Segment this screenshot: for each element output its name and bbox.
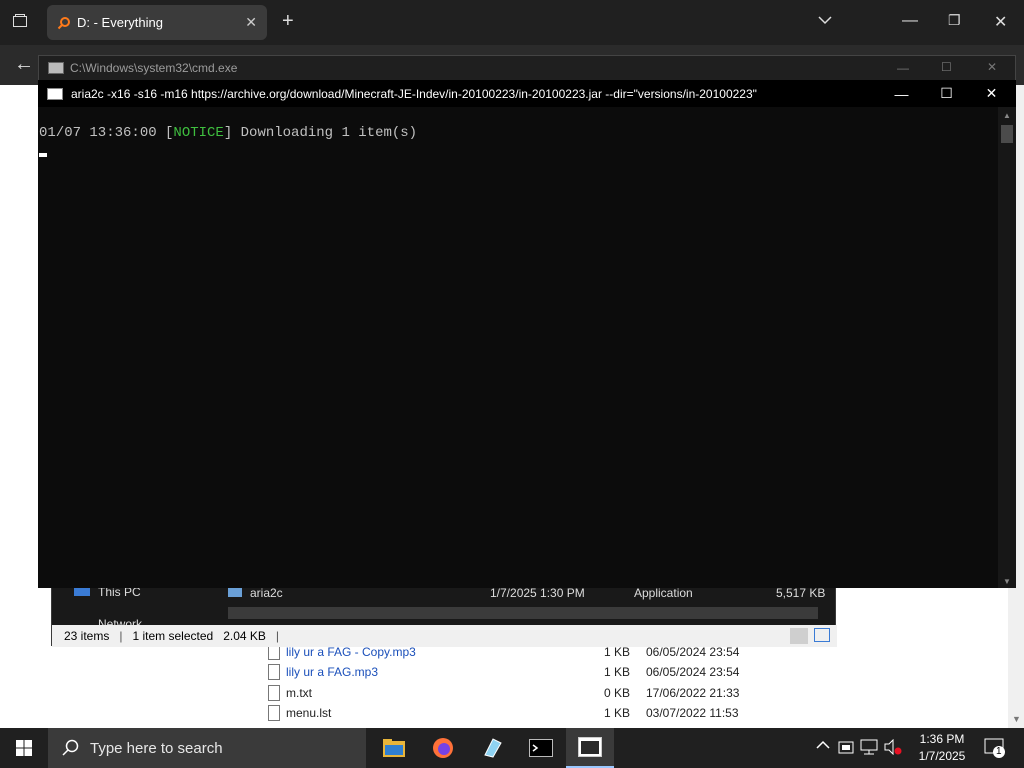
cmd-title-bar[interactable]: aria2c -x16 -s16 -m16 https://archive.or… <box>38 80 1016 107</box>
file-row[interactable]: lily ur a FAG.mp3 1 KB 06/05/2024 23:54 <box>268 663 758 683</box>
file-date: 17/06/2022 21:33 <box>646 686 740 700</box>
nav-item-network[interactable]: Network <box>98 617 142 625</box>
file-name: menu.lst <box>286 706 332 720</box>
terminal-icon <box>529 739 553 757</box>
tab-title: D: - Everything <box>77 15 163 30</box>
cmd-window: aria2c -x16 -s16 -m16 https://archive.or… <box>38 80 1016 588</box>
details-view-icon[interactable] <box>790 628 808 644</box>
file-date: 06/05/2024 23:54 <box>646 645 740 659</box>
file-name: lily ur a FAG - Copy.mp3 <box>286 645 416 659</box>
file-name: lily ur a FAG.mp3 <box>286 665 379 679</box>
maximize-button[interactable]: ☐ <box>924 80 969 107</box>
file-explorer-window: This PC Network aria2c 1/7/2025 1:30 PM … <box>51 580 837 647</box>
file-row[interactable]: m.txt 0 KB 17/06/2022 21:33 <box>268 684 758 704</box>
text-cursor <box>39 153 47 157</box>
taskbar-search-box[interactable]: Type here to search <box>48 728 366 768</box>
taskbar-firefox[interactable] <box>419 728 467 768</box>
file-icon <box>268 705 280 721</box>
file-date: 1/7/2025 1:30 PM <box>490 586 585 600</box>
close-button[interactable]: ✕ <box>987 60 997 74</box>
system-tray: 1:36 PM 1/7/2025 1 <box>810 728 1024 768</box>
cmd-title: aria2c -x16 -s16 -m16 https://archive.or… <box>71 86 757 101</box>
status-items: 23 items <box>64 629 110 643</box>
file-date: 06/05/2024 23:54 <box>646 665 740 679</box>
new-tab-button[interactable]: + <box>282 10 294 33</box>
clock[interactable]: 1:36 PM 1/7/2025 <box>914 731 970 765</box>
cmd-icon <box>47 87 63 100</box>
cmd-outer-title-bar[interactable]: C:\Windows\system32\cmd.exe — ☐ ✕ <box>39 56 1015 80</box>
browser-close-button[interactable]: ✕ <box>994 12 1007 32</box>
status-selected: 1 item selected <box>132 629 214 643</box>
file-name[interactable]: aria2c <box>250 586 283 600</box>
start-button[interactable] <box>0 728 48 768</box>
log-message: ] Downloading 1 item(s) <box>223 125 418 141</box>
notepad-icon <box>484 738 502 758</box>
taskbar-file-explorer[interactable] <box>370 728 418 768</box>
tab-close-icon[interactable]: ✕ <box>245 14 257 31</box>
cmd-icon <box>48 62 64 74</box>
scroll-down-icon[interactable]: ▼ <box>1012 714 1021 724</box>
cmd-outer-title: C:\Windows\system32\cmd.exe <box>70 61 238 75</box>
file-size: 0 KB <box>604 686 631 700</box>
file-date: 03/07/2022 11:53 <box>646 706 739 720</box>
cmd-window-icon <box>578 737 602 757</box>
volume-muted-icon[interactable] <box>884 738 902 758</box>
taskbar-cmd-active[interactable] <box>566 728 614 768</box>
folder-icon <box>383 739 405 757</box>
scrollbar-thumb[interactable] <box>1001 125 1013 143</box>
maximize-button[interactable]: ☐ <box>941 60 952 74</box>
taskbar: Type here to search 1:36 PM 1/7/2025 1 <box>0 728 1024 768</box>
scroll-up-icon[interactable]: ▲ <box>1003 111 1011 120</box>
security-icon[interactable] <box>838 739 854 758</box>
status-size: 2.04 KB <box>223 629 266 643</box>
file-size: 5,517 KB <box>776 586 826 600</box>
log-timestamp: 01/07 13:36:00 [ <box>39 125 174 141</box>
windows-logo-icon <box>16 740 32 756</box>
horizontal-scrollbar[interactable] <box>228 607 818 619</box>
console-output[interactable]: 01/07 13:36:00 [NOTICE] Downloading 1 it… <box>38 107 998 588</box>
file-icon <box>268 664 280 680</box>
search-placeholder: Type here to search <box>90 739 223 757</box>
notification-count-badge: 1 <box>996 746 1002 757</box>
firefox-icon <box>433 738 453 758</box>
clock-date: 1/7/2025 <box>918 749 966 763</box>
file-size: 1 KB <box>604 645 631 659</box>
close-button[interactable]: ✕ <box>969 80 1014 107</box>
clock-time: 1:36 PM <box>919 732 965 746</box>
notification-icon[interactable] <box>984 737 1006 762</box>
large-icons-view-icon[interactable] <box>814 628 830 642</box>
file-row[interactable]: menu.lst 1 KB 03/07/2022 11:53 <box>268 704 758 724</box>
tab-actions-icon[interactable] <box>12 13 28 34</box>
file-type: Application <box>634 586 693 600</box>
search-icon <box>57 16 70 29</box>
browser-minimize-button[interactable]: — <box>902 12 918 30</box>
minimize-button[interactable]: — <box>897 61 909 75</box>
log-level-notice: NOTICE <box>173 125 224 141</box>
taskbar-terminal[interactable] <box>517 728 565 768</box>
browser-tab-bar: D: - Everything ✕ + — ❐ ✕ <box>0 0 1024 45</box>
search-icon <box>62 739 79 756</box>
explorer-status-bar: 23 items | 1 item selected 2.04 KB | <box>52 625 837 647</box>
console-line: 01/07 13:36:00 [NOTICE] Downloading 1 it… <box>39 125 998 141</box>
file-name: m.txt <box>286 686 312 700</box>
file-size: 1 KB <box>604 665 631 679</box>
tab-list-chevron-icon[interactable] <box>818 12 832 30</box>
file-size: 1 KB <box>604 706 631 720</box>
back-button[interactable]: ← <box>14 53 34 76</box>
tray-chevron-up-icon[interactable] <box>816 739 830 753</box>
minimize-button[interactable]: — <box>879 80 924 107</box>
file-icon <box>268 685 280 701</box>
browser-maximize-button[interactable]: ❐ <box>948 12 961 29</box>
tab-everything[interactable]: D: - Everything ✕ <box>47 5 267 40</box>
console-scrollbar[interactable]: ▲ ▼ <box>998 107 1016 588</box>
network-icon[interactable] <box>860 739 878 758</box>
scroll-down-icon[interactable]: ▼ <box>1003 577 1011 586</box>
taskbar-notepad[interactable] <box>468 728 516 768</box>
